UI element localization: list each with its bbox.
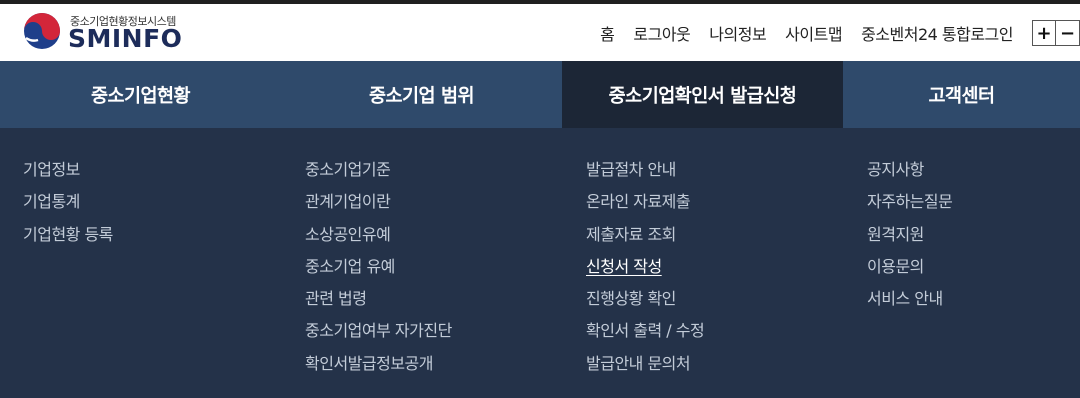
util-link-home[interactable]: 홈 [600, 21, 615, 45]
gnb-sme-scope[interactable]: 중소기업 범위 [281, 61, 562, 128]
submenu-item[interactable]: 공지사항 [867, 156, 952, 188]
util-link-my-info[interactable]: 나의정보 [709, 21, 766, 45]
submenu-item-active[interactable]: 신청서 작성 [586, 253, 704, 285]
mega-menu: 기업정보 기업통계 기업현황 등록 중소기업기준 관계기업이란 소상공인유예 중… [0, 128, 1080, 398]
submenu-item[interactable]: 관련 법령 [305, 285, 452, 317]
submenu-item[interactable]: 자주하는질문 [867, 188, 953, 220]
submenu-item[interactable]: 확인서 출력 / 수정 [586, 317, 705, 349]
site-header: 중소기업현황정보시스템 SMINFO 홈 로그아웃 나의정보 사이트맵 중소벤처… [0, 4, 1080, 61]
submenu-item[interactable]: 진행상황 확인 [586, 285, 704, 317]
submenu-item[interactable]: 중소기업 유예 [305, 253, 452, 285]
submenu-column-sme-status: 기업정보 기업통계 기업현황 등록 [23, 156, 113, 253]
submenu-item[interactable]: 기업통계 [23, 188, 113, 220]
zoom-in-button[interactable]: + [1032, 20, 1056, 46]
gnb-customer-center[interactable]: 고객센터 [843, 61, 1080, 128]
gnb-sme-status[interactable]: 중소기업현황 [0, 61, 281, 128]
submenu-item[interactable]: 중소기업여부 자가진단 [305, 317, 452, 349]
utility-nav: 홈 로그아웃 나의정보 사이트맵 중소벤처24 통합로그인 + − [600, 20, 1080, 46]
submenu-column-customer-center: 공지사항 자주하는질문 원격지원 이용문의 서비스 안내 [867, 156, 953, 317]
submenu-item[interactable]: 기업정보 [23, 156, 113, 188]
main-nav: 중소기업현황 중소기업 범위 중소기업확인서 발급신청 고객센터 [0, 61, 1080, 128]
submenu-item[interactable]: 이용문의 [867, 253, 952, 285]
gnb-certificate-application[interactable]: 중소기업확인서 발급신청 [562, 61, 843, 128]
submenu-item[interactable]: 기업현황 등록 [23, 221, 113, 253]
site-logo[interactable]: 중소기업현황정보시스템 SMINFO [22, 10, 202, 56]
submenu-item[interactable]: 확인서발급정보공개 [305, 350, 452, 382]
submenu-item[interactable]: 제출자료 조회 [586, 221, 704, 253]
submenu-column-sme-scope: 중소기업기준 관계기업이란 소상공인유예 중소기업 유예 관련 법령 중소기업여… [305, 156, 452, 382]
util-link-logout[interactable]: 로그아웃 [633, 21, 690, 45]
submenu-item[interactable]: 온라인 자료제출 [586, 188, 704, 220]
submenu-item[interactable]: 서비스 안내 [867, 285, 952, 317]
submenu-item[interactable]: 관계기업이란 [305, 188, 452, 220]
util-link-sitemap[interactable]: 사이트맵 [785, 21, 842, 45]
zoom-controls: + − [1032, 20, 1080, 46]
submenu-item[interactable]: 원격지원 [867, 221, 952, 253]
logo-title: SMINFO [68, 24, 183, 53]
submenu-item[interactable]: 중소기업기준 [305, 156, 452, 188]
zoom-out-button[interactable]: − [1056, 20, 1080, 46]
submenu-item[interactable]: 소상공인유예 [305, 221, 452, 253]
submenu-item[interactable]: 발급안내 문의처 [586, 350, 704, 382]
util-link-integrated-login[interactable]: 중소벤처24 통합로그인 [861, 21, 1013, 45]
submenu-item[interactable]: 발급절차 안내 [586, 156, 704, 188]
submenu-column-certificate: 발급절차 안내 온라인 자료제출 제출자료 조회 신청서 작성 진행상황 확인 … [586, 156, 705, 382]
taegeuk-emblem-icon [24, 13, 60, 49]
